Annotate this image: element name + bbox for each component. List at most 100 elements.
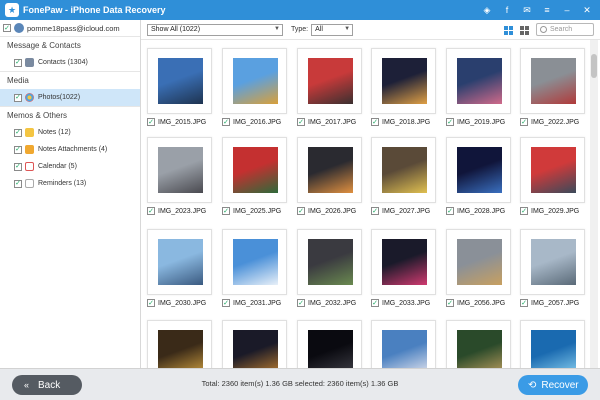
- photo-tile[interactable]: ✓ IMG_2027.JPG: [371, 137, 436, 221]
- grid-scrollbar[interactable]: [590, 40, 598, 368]
- menu-icon[interactable]: ≡: [540, 3, 554, 17]
- photo-thumbnail-frame[interactable]: [147, 48, 212, 114]
- photo-tile[interactable]: ✓ IMG_2056.JPG: [446, 229, 511, 313]
- sidebar-item[interactable]: ✓ Photos(1022): [0, 89, 140, 106]
- facebook-icon[interactable]: f: [500, 3, 514, 17]
- sidebar-item-checkbox[interactable]: ✓: [14, 162, 22, 171]
- sidebar-item[interactable]: ✓ Notes Attachments (4): [0, 141, 140, 158]
- sidebar-item[interactable]: ✓ Reminders (13): [0, 175, 140, 192]
- photo-tile[interactable]: ✓ IMG_2016.JPG: [222, 48, 287, 132]
- photo-tile[interactable]: ✓ IMG_2030.JPG: [147, 229, 212, 313]
- photo-tile[interactable]: [297, 320, 362, 368]
- photo-tile[interactable]: [147, 320, 212, 368]
- photo-thumbnail-frame[interactable]: [520, 48, 585, 114]
- photo-tile[interactable]: ✓ IMG_2023.JPG: [147, 137, 212, 221]
- photo-tile[interactable]: [371, 320, 436, 368]
- photo-tile[interactable]: ✓ IMG_2019.JPG: [446, 48, 511, 132]
- photo-thumbnail-frame[interactable]: [446, 320, 511, 368]
- photo-tile[interactable]: [446, 320, 511, 368]
- photo-checkbox[interactable]: ✓: [222, 207, 230, 215]
- photo-checkbox[interactable]: ✓: [371, 207, 379, 215]
- photo-filename: IMG_2017.JPG: [308, 118, 357, 126]
- sidebar-item[interactable]: ✓ Contacts (1304): [0, 54, 140, 71]
- grid-view-button[interactable]: [502, 24, 514, 36]
- sidebar-item-checkbox[interactable]: ✓: [14, 179, 22, 188]
- sidebar-item-checkbox[interactable]: ✓: [14, 93, 22, 102]
- photo-tile[interactable]: ✓ IMG_2026.JPG: [297, 137, 362, 221]
- list-view-button[interactable]: [518, 24, 530, 36]
- photo-checkbox[interactable]: ✓: [222, 118, 230, 126]
- photo-tile[interactable]: ✓ IMG_2028.JPG: [446, 137, 511, 221]
- photo-thumbnail-frame[interactable]: [222, 137, 287, 203]
- photo-tile[interactable]: [520, 320, 585, 368]
- photo-checkbox[interactable]: ✓: [371, 118, 379, 126]
- photo-thumbnail-frame[interactable]: [371, 48, 436, 114]
- photo-checkbox[interactable]: ✓: [520, 118, 528, 126]
- photo-thumbnail-frame[interactable]: [446, 137, 511, 203]
- photo-checkbox[interactable]: ✓: [147, 207, 155, 215]
- diamond-icon[interactable]: ◈: [480, 3, 494, 17]
- photo-tile[interactable]: ✓ IMG_2018.JPG: [371, 48, 436, 132]
- photo-thumbnail-frame[interactable]: [520, 137, 585, 203]
- photo-thumbnail-frame[interactable]: [371, 229, 436, 295]
- photo-tile[interactable]: ✓ IMG_2022.JPG: [520, 48, 585, 132]
- photo-tile[interactable]: ✓ IMG_2032.JPG: [297, 229, 362, 313]
- account-checkbox[interactable]: ✓: [3, 24, 11, 32]
- photo-tile[interactable]: ✓ IMG_2017.JPG: [297, 48, 362, 132]
- search-box[interactable]: Search: [536, 23, 594, 36]
- photo-checkbox[interactable]: ✓: [297, 299, 305, 307]
- photo-thumbnail-frame[interactable]: [446, 229, 511, 295]
- photo-checkbox[interactable]: ✓: [147, 299, 155, 307]
- selection-summary: Total: 2360 item(s) 1.36 GB selected: 23…: [201, 379, 399, 388]
- photo-thumbnail-frame[interactable]: [297, 229, 362, 295]
- photo-thumbnail-frame[interactable]: [222, 320, 287, 368]
- sidebar-item-checkbox[interactable]: ✓: [14, 145, 22, 154]
- photo-thumbnail-frame[interactable]: [147, 137, 212, 203]
- photo-checkbox[interactable]: ✓: [520, 299, 528, 307]
- photo-checkbox[interactable]: ✓: [446, 118, 454, 126]
- photo-thumbnail-image: [308, 58, 353, 104]
- photo-thumbnail-frame[interactable]: [147, 320, 212, 368]
- photo-checkbox[interactable]: ✓: [371, 299, 379, 307]
- photo-thumbnail-frame[interactable]: [297, 48, 362, 114]
- chat-icon[interactable]: ✉: [520, 3, 534, 17]
- photo-tile[interactable]: [222, 320, 287, 368]
- photo-thumbnail-frame[interactable]: [371, 137, 436, 203]
- photo-thumbnail-image: [308, 239, 353, 285]
- recover-button[interactable]: ⟲ Recover: [518, 375, 588, 395]
- photo-thumbnail-frame[interactable]: [297, 320, 362, 368]
- sidebar-item[interactable]: ✓ Calendar (5): [0, 158, 140, 175]
- photo-checkbox[interactable]: ✓: [297, 118, 305, 126]
- photo-tile[interactable]: ✓ IMG_2033.JPG: [371, 229, 436, 313]
- photo-thumbnail-frame[interactable]: [446, 48, 511, 114]
- type-dropdown[interactable]: All ▼: [311, 23, 354, 36]
- photo-tile[interactable]: ✓ IMG_2057.JPG: [520, 229, 585, 313]
- minimize-icon[interactable]: –: [560, 3, 574, 17]
- photo-thumbnail-frame[interactable]: [371, 320, 436, 368]
- photo-thumbnail-frame[interactable]: [520, 229, 585, 295]
- search-input[interactable]: Search: [550, 26, 572, 33]
- photo-checkbox[interactable]: ✓: [297, 207, 305, 215]
- photo-thumbnail-frame[interactable]: [222, 229, 287, 295]
- close-icon[interactable]: ✕: [580, 3, 594, 17]
- sidebar-item-checkbox[interactable]: ✓: [14, 128, 22, 137]
- photo-thumbnail-frame[interactable]: [297, 137, 362, 203]
- account-row[interactable]: ✓ pomme18pass@icloud.com: [0, 20, 140, 36]
- photo-tile[interactable]: ✓ IMG_2025.JPG: [222, 137, 287, 221]
- photo-checkbox[interactable]: ✓: [446, 207, 454, 215]
- photo-label: ✓ IMG_2023.JPG: [147, 206, 227, 216]
- filter-dropdown[interactable]: Show All (1022) ▼: [147, 23, 283, 36]
- photo-checkbox[interactable]: ✓: [520, 207, 528, 215]
- photo-tile[interactable]: ✓ IMG_2015.JPG: [147, 48, 212, 132]
- photo-checkbox[interactable]: ✓: [446, 299, 454, 307]
- photo-tile[interactable]: ✓ IMG_2031.JPG: [222, 229, 287, 313]
- photo-thumbnail-frame[interactable]: [147, 229, 212, 295]
- photo-checkbox[interactable]: ✓: [222, 299, 230, 307]
- photo-tile[interactable]: ✓ IMG_2029.JPG: [520, 137, 585, 221]
- scrollbar-thumb[interactable]: [591, 54, 597, 78]
- sidebar-item[interactable]: ✓ Notes (12): [0, 124, 140, 141]
- sidebar-item-checkbox[interactable]: ✓: [14, 58, 22, 67]
- photo-checkbox[interactable]: ✓: [147, 118, 155, 126]
- photo-thumbnail-frame[interactable]: [222, 48, 287, 114]
- photo-thumbnail-frame[interactable]: [520, 320, 585, 368]
